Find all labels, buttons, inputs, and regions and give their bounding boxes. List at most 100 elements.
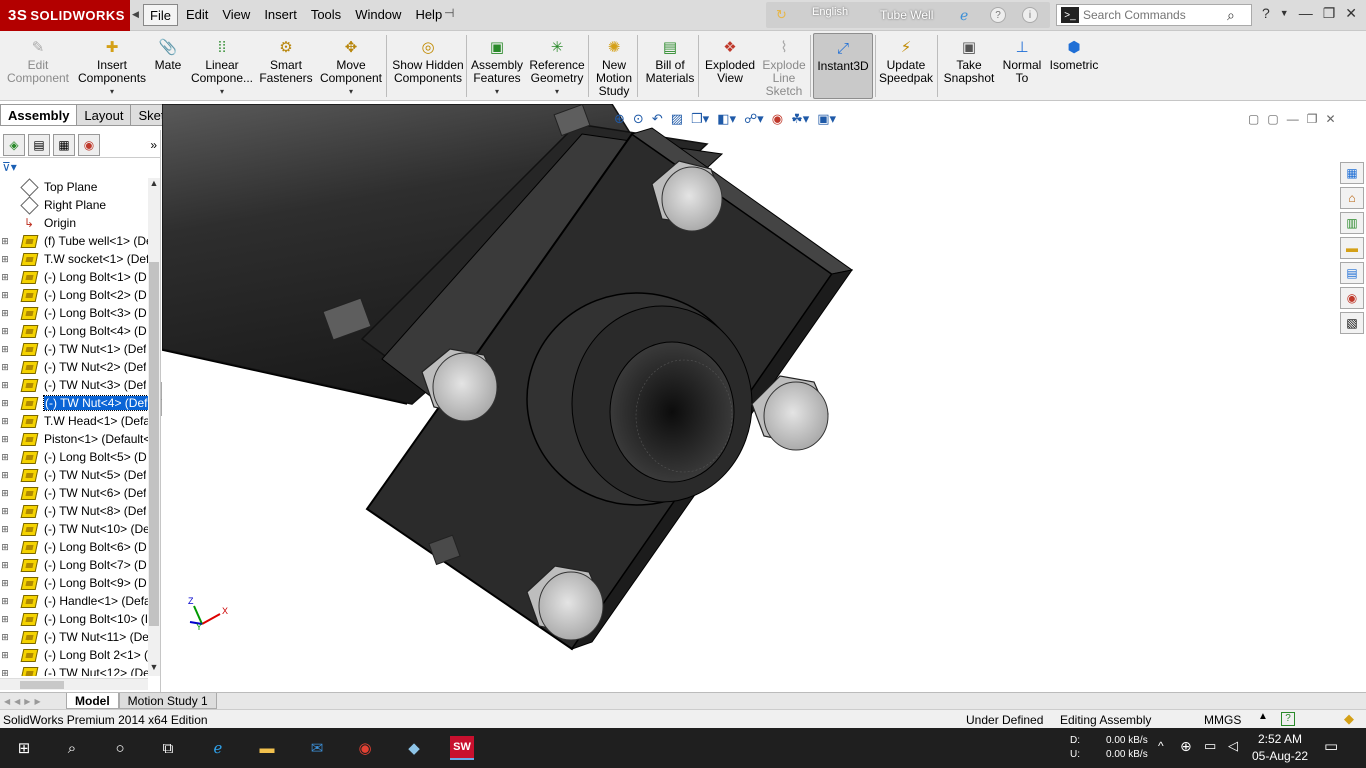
edit-appearance-icon[interactable]: ◉ <box>772 111 783 127</box>
viewport-restore-icon[interactable]: ❐ <box>1307 112 1318 126</box>
expand-icon[interactable]: ⊞ <box>0 290 10 301</box>
tree-item[interactable]: ⊞ (-) TW Nut<12> (De <box>0 664 148 676</box>
menu-help[interactable]: Help <box>409 4 448 26</box>
filter-icon[interactable]: ⊽▾ <box>2 160 30 176</box>
tab-model[interactable]: Model <box>66 693 119 709</box>
design-library-icon[interactable]: ▥ <box>1340 212 1364 234</box>
tree-item[interactable]: ⊞ (-) Long Bolt<1> (D <box>0 268 148 286</box>
help-status-icon[interactable]: ? <box>1281 712 1295 726</box>
tree-item[interactable]: ⊞ (-) Long Bolt<3> (D <box>0 304 148 322</box>
expand-icon[interactable]: ⊞ <box>0 488 10 499</box>
tree-item[interactable]: ⊞ Piston<1> (Default< <box>0 430 148 448</box>
dropdown-arrow-icon[interactable]: ▾ <box>495 85 499 98</box>
expand-icon[interactable]: ⊞ <box>0 668 10 677</box>
task-view-icon[interactable]: ⧉ <box>156 736 180 760</box>
units-up-icon[interactable]: ▲ <box>1258 711 1268 722</box>
solidworks-resources-icon[interactable]: ▦ <box>1340 162 1364 184</box>
solidworks-logo[interactable]: 3S SOLIDWORKS <box>0 0 130 31</box>
exploded-view-button[interactable]: ❖ Exploded View <box>702 33 758 99</box>
smart-fasteners-button[interactable]: ⚙ Smart Fasteners <box>258 33 314 99</box>
property-manager-tab-icon[interactable]: ▤ <box>28 133 50 156</box>
tab-assembly[interactable]: Assembly <box>0 104 78 126</box>
custom-properties-icon[interactable]: ▧ <box>1340 312 1364 334</box>
expand-icon[interactable]: ⊞ <box>0 614 10 625</box>
help-circle-icon[interactable]: ? <box>990 7 1006 23</box>
expand-icon[interactable]: ⊞ <box>0 452 10 463</box>
display-manager-tab-icon[interactable]: ◉ <box>78 133 100 156</box>
viewport-split-icon[interactable]: ▢ <box>1248 112 1259 126</box>
tab-layout[interactable]: Layout <box>77 104 132 126</box>
tree-item[interactable]: ⊞ (-) Long Bolt<7> (D <box>0 556 148 574</box>
expand-icon[interactable]: ⊞ <box>0 362 10 373</box>
app-icon[interactable]: ◆ <box>402 736 426 760</box>
mate-button[interactable]: 📎 Mate <box>150 33 186 99</box>
dropdown-arrow-icon[interactable]: ▾ <box>110 85 114 98</box>
expand-icon[interactable]: ⊞ <box>0 560 10 571</box>
edge-icon[interactable]: ℯ <box>206 736 230 760</box>
expand-icon[interactable]: ⊞ <box>0 344 10 355</box>
new-motion-study-button[interactable]: ✺ New Motion Study <box>592 33 636 99</box>
tree-item[interactable]: Top Plane <box>0 178 148 197</box>
assembly-features-button[interactable]: ▣ Assembly Features ▾ <box>470 33 524 99</box>
expand-icon[interactable]: ⊞ <box>0 254 10 265</box>
solidworks-taskbar-icon[interactable]: SW <box>450 736 474 760</box>
tree-item[interactable]: ⊞ (-) Long Bolt<5> (D <box>0 448 148 466</box>
tree-item[interactable]: ⊞ (-) Long Bolt 2<1> ( <box>0 646 148 664</box>
tree-item[interactable]: ⊞ (-) TW Nut<11> (De <box>0 628 148 646</box>
volume-icon[interactable]: ◁ <box>1228 738 1238 754</box>
tree-item[interactable]: ⊞ (-) Long Bolt<10> (I <box>0 610 148 628</box>
expand-icon[interactable]: ⊞ <box>0 650 10 661</box>
expand-icon[interactable]: ⊞ <box>0 578 10 589</box>
linear-compone-button[interactable]: ⁞⁞ Linear Compone... ▾ <box>190 33 254 99</box>
expand-icon[interactable]: ⊞ <box>0 416 10 427</box>
expand-icon[interactable]: ⊞ <box>0 326 10 337</box>
file-explorer-taskbar-icon[interactable]: ▬ <box>255 736 279 760</box>
close-icon[interactable]: ✕ <box>1345 5 1357 22</box>
graphics-area[interactable]: X Z Y <box>162 104 1338 692</box>
restore-icon[interactable]: ❐ <box>1323 5 1336 22</box>
pin-menu-icon[interactable]: ⊣ <box>444 6 454 20</box>
move-component-button[interactable]: ✥ Move Component ▾ <box>318 33 384 99</box>
view-orientation-icon[interactable]: ❒▾ <box>691 111 709 127</box>
windows-start-icon[interactable]: ⊞ <box>12 736 36 760</box>
chrome-icon[interactable]: ◉ <box>353 736 377 760</box>
dropdown-arrow-icon[interactable]: ▾ <box>555 85 559 98</box>
view-palette-icon[interactable]: ▤ <box>1340 262 1364 284</box>
show-hidden-icons-icon[interactable]: ^ <box>1158 739 1164 753</box>
viewport-link-icon[interactable]: ▢ <box>1267 112 1278 126</box>
mail-icon[interactable]: ✉ <box>305 736 329 760</box>
insert-components-button[interactable]: ✚ Insert Components ▾ <box>78 33 146 99</box>
tree-item[interactable]: ⊞ (-) TW Nut<4> (Def <box>0 394 148 412</box>
expand-icon[interactable]: ⊞ <box>0 236 10 247</box>
view-settings-icon[interactable]: ▣▾ <box>817 111 836 127</box>
expand-icon[interactable]: ⊞ <box>0 434 10 445</box>
clock-time[interactable]: 2:52 AM <box>1258 732 1302 746</box>
tree-item[interactable]: Right Plane <box>0 195 148 215</box>
menu-window[interactable]: Window <box>349 4 407 26</box>
notification-icon[interactable]: ◆ <box>1344 711 1354 727</box>
tree-item[interactable]: ⊞ (-) TW Nut<6> (Def <box>0 484 148 502</box>
scroll-thumb[interactable] <box>149 262 159 626</box>
expand-icon[interactable]: ⊞ <box>0 506 10 517</box>
minimize-icon[interactable]: — <box>1299 5 1313 22</box>
tree-item[interactable]: ⊞ (-) Long Bolt<4> (D <box>0 322 148 340</box>
tree-item[interactable]: ⊞ (-) Handle<1> (Defa <box>0 592 148 610</box>
previous-view-icon[interactable]: ↶ <box>652 111 663 127</box>
tab-motion-study-1[interactable]: Motion Study 1 <box>118 693 217 709</box>
help-dropdown-icon[interactable]: ▼ <box>1280 8 1289 22</box>
more-tabs-icon[interactable]: » <box>150 138 157 152</box>
unit-system[interactable]: MMGS <box>1204 713 1241 727</box>
search-taskbar-icon[interactable]: ⌕ <box>60 736 84 760</box>
instant3d-button[interactable]: ⤢ Instant3D <box>813 33 873 99</box>
menu-expand-icon[interactable]: ◀ <box>132 9 139 20</box>
isometric-button[interactable]: ⬢ Isometric <box>1048 33 1100 99</box>
section-view-icon[interactable]: ▨ <box>671 111 683 127</box>
cortana-icon[interactable]: ○ <box>108 736 132 760</box>
viewport-minimize-icon[interactable]: — <box>1287 112 1299 126</box>
menu-tools[interactable]: Tools <box>305 4 347 26</box>
battery-icon[interactable]: ▭ <box>1204 738 1216 754</box>
expand-icon[interactable]: ⊞ <box>0 308 10 319</box>
apply-scene-icon[interactable]: ☘▾ <box>791 111 809 127</box>
bill-of-materials-button[interactable]: ▤ Bill of Materials <box>642 33 698 99</box>
search-icon[interactable]: ⌕ <box>1227 7 1235 24</box>
